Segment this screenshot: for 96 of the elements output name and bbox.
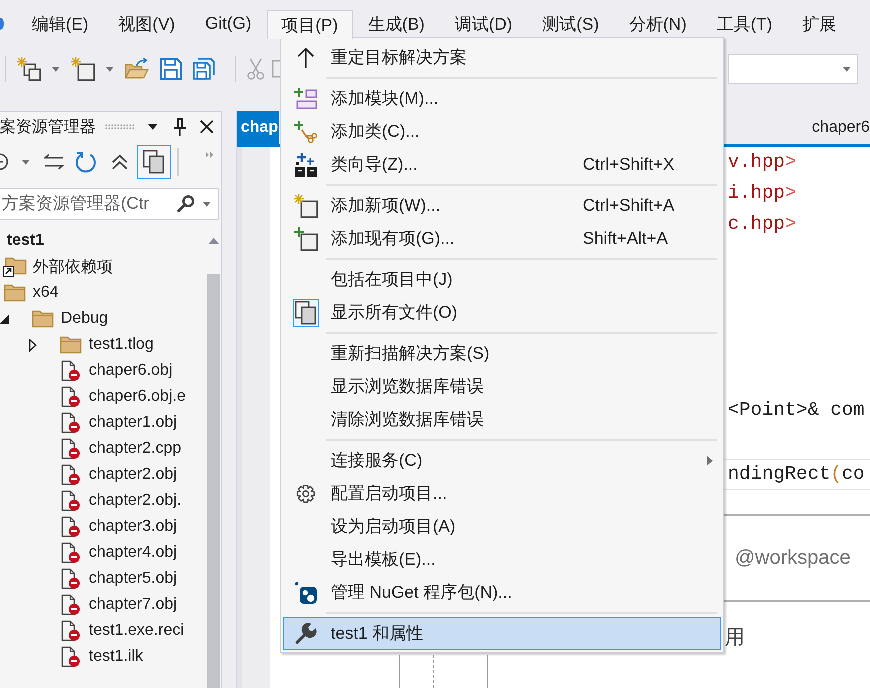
menubar-item[interactable]: 工具(T) xyxy=(702,10,788,38)
tree-item[interactable]: test1.tlog xyxy=(89,336,154,354)
menubar-item[interactable]: 编辑(E) xyxy=(17,10,104,38)
document-tab[interactable]: chap xyxy=(237,111,280,144)
tree-item[interactable]: test1.exe.reci xyxy=(89,622,184,640)
file-minus-icon xyxy=(61,542,81,564)
menu-item[interactable]: 重新扫描解决方案(S) xyxy=(283,337,721,370)
shortcut-text: Shift+Alt+A xyxy=(583,228,668,248)
menubar-item[interactable]: 项目(P) xyxy=(266,10,354,39)
tree-item[interactable]: x64 xyxy=(33,284,59,302)
menubar-item[interactable]: 调试(D) xyxy=(440,10,528,38)
menu-item[interactable]: 清除浏览数据库错误 xyxy=(283,403,721,436)
menu-item[interactable]: 添加类(C)... xyxy=(283,115,721,148)
folder-shortcut-icon xyxy=(3,257,27,277)
sparkle-squares-icon[interactable] xyxy=(17,57,41,81)
code-line: c.hpp> xyxy=(727,212,798,237)
tree-item[interactable]: Debug xyxy=(61,310,108,328)
menubar-item[interactable]: 生成(B) xyxy=(353,10,440,38)
logo-icon[interactable] xyxy=(0,18,4,30)
menu-item[interactable]: 管理 NuGet 程序包(N)... xyxy=(283,576,721,609)
grip-icon xyxy=(105,124,135,130)
file-minus-icon xyxy=(61,620,81,642)
file-minus-icon xyxy=(61,438,81,460)
code-line: <Point>& com xyxy=(727,398,866,423)
expanded-arrow-icon[interactable] xyxy=(0,314,9,324)
shortcut-text: Ctrl+Shift+A xyxy=(583,196,675,214)
menu-item[interactable]: 显示所有文件(O) xyxy=(283,296,721,329)
tree-item[interactable]: chapter2.obj. xyxy=(89,492,182,510)
tree-item[interactable]: 外部依赖项 xyxy=(33,256,113,278)
save-all-icon[interactable] xyxy=(193,58,215,80)
tree-item[interactable]: chaper6.obj xyxy=(89,362,173,380)
menu-item[interactable]: 重定目标解决方案 xyxy=(283,41,721,74)
menu-item[interactable]: 包括在项目中(J) xyxy=(283,263,721,296)
tree-item[interactable]: chapter4.obj xyxy=(89,544,178,562)
open-folder-icon[interactable] xyxy=(125,58,149,80)
sparkle-square-icon[interactable] xyxy=(71,57,95,81)
menu-item[interactable]: 添加模块(M)... xyxy=(283,82,721,115)
menubar-item[interactable]: 分析(N) xyxy=(614,10,702,38)
overflow-icon[interactable] xyxy=(206,152,214,158)
menu-item[interactable]: 类向导(Z)... Ctrl+Shift+X xyxy=(283,148,721,181)
file-minus-icon xyxy=(61,490,81,512)
tree-item[interactable]: chapter2.obj xyxy=(89,466,178,484)
response-text: 用 xyxy=(724,626,745,650)
menu-item[interactable]: 导出模板(E)... xyxy=(283,543,721,576)
menubar-item[interactable]: 测试(S) xyxy=(528,10,614,38)
menu-item[interactable]: 设为启动项目(A) xyxy=(283,510,721,543)
clock-icon[interactable] xyxy=(0,153,9,171)
tree-item[interactable]: chapter5.obj xyxy=(89,570,178,588)
overlapping-pages-icon[interactable] xyxy=(137,145,171,179)
swap-arrows-icon[interactable] xyxy=(44,154,64,170)
menu-item[interactable]: test1 和属性 xyxy=(283,617,721,650)
tree-item[interactable]: chapter3.obj xyxy=(89,518,178,536)
collapsed-arrow-icon[interactable] xyxy=(28,338,36,352)
tree-item[interactable]: chapter2.cpp xyxy=(89,440,182,458)
menu-item[interactable]: 连接服务(C) xyxy=(283,444,721,477)
menu-item[interactable]: 添加现有项(G)... Shift+Alt+A xyxy=(283,222,721,255)
tree-item[interactable]: chaper6.obj.e xyxy=(89,388,186,406)
menu-item[interactable]: 配置启动项目... xyxy=(283,477,721,510)
scroll-up-icon[interactable] xyxy=(208,238,218,244)
search-icon[interactable] xyxy=(177,195,195,213)
shortcut-text: Ctrl+Shift+X xyxy=(583,154,675,174)
document-tab[interactable]: chaper6 xyxy=(798,111,870,144)
file-minus-icon xyxy=(61,646,81,668)
file-minus-icon xyxy=(61,386,81,408)
scrollbar-thumb[interactable] xyxy=(207,274,220,688)
code-line: i.hpp> xyxy=(727,181,798,206)
refresh-icon[interactable] xyxy=(75,150,97,174)
tree-item[interactable]: test1 xyxy=(7,232,44,250)
menu-item[interactable]: 添加新项(W)... Ctrl+Shift+A xyxy=(283,189,721,222)
file-minus-icon xyxy=(61,568,81,590)
tree-item[interactable]: chapter7.obj xyxy=(89,596,178,614)
dropdown-field[interactable] xyxy=(728,54,858,84)
search-field[interactable]: 方案资源管理器(Ctr xyxy=(0,188,219,220)
menu-item[interactable]: 显示浏览数据库错误 xyxy=(283,370,721,403)
file-minus-icon xyxy=(61,516,81,538)
caret-icon[interactable] xyxy=(148,124,158,130)
menubar-item[interactable]: 视图(V) xyxy=(104,10,190,38)
double-chevron-icon[interactable] xyxy=(111,154,129,170)
file-minus-icon xyxy=(61,464,81,486)
tree-item[interactable]: chapter1.obj xyxy=(89,414,178,432)
folder-icon xyxy=(32,310,54,328)
menubar-item[interactable]: 扩展 xyxy=(788,10,852,38)
tree-item[interactable]: test1.ilk xyxy=(89,648,144,666)
pin-icon[interactable] xyxy=(174,118,186,136)
folder-icon xyxy=(60,336,82,354)
panel-title: 案资源管理器 xyxy=(0,117,96,138)
save-icon[interactable] xyxy=(160,58,182,80)
code-line: ndingRect(co xyxy=(724,459,870,490)
close-icon[interactable] xyxy=(200,120,214,134)
folder-icon xyxy=(4,284,26,302)
file-minus-icon xyxy=(61,360,81,382)
menubar-item[interactable]: Git(G) xyxy=(190,10,267,38)
chat-input[interactable]: @workspace xyxy=(724,514,870,602)
file-minus-icon xyxy=(61,594,81,616)
file-minus-icon xyxy=(61,412,81,434)
code-line: v.hpp> xyxy=(727,150,798,175)
